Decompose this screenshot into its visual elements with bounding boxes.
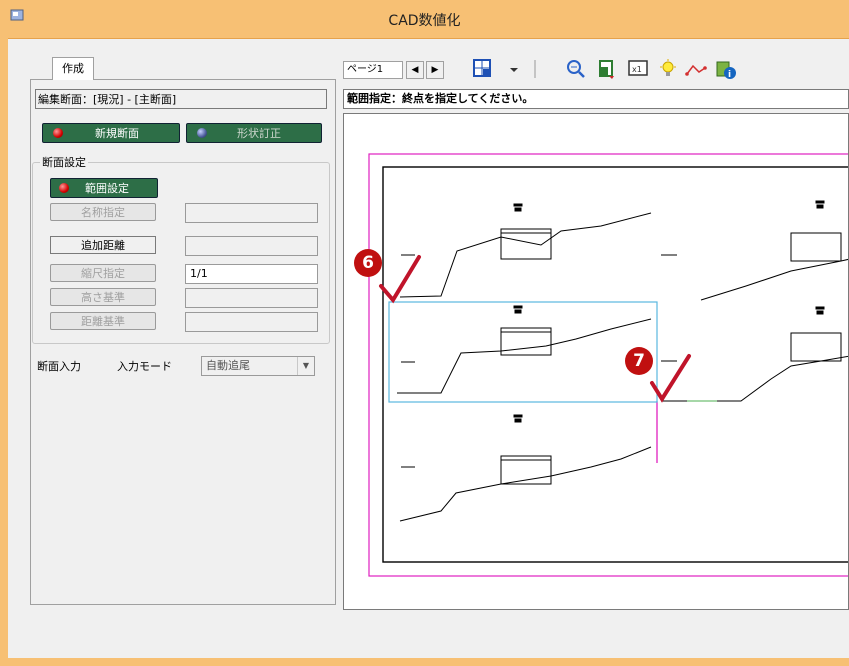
status-message: 範囲指定：終点を指定してください。 xyxy=(343,89,849,109)
chevron-down-icon: ▼ xyxy=(297,357,314,375)
window-title: CAD数値化 xyxy=(388,13,461,29)
page-select-icon[interactable] xyxy=(596,58,618,80)
red-ball-icon xyxy=(59,183,69,193)
name-field[interactable] xyxy=(185,203,318,223)
title-bar: CAD数値化 xyxy=(0,0,849,39)
scale-field[interactable]: 1/1 xyxy=(185,264,318,284)
svg-text:x1: x1 xyxy=(632,65,642,74)
name-button[interactable]: 名称指定 xyxy=(50,203,156,221)
check-mark-6 xyxy=(379,255,421,304)
cross-section-3 xyxy=(397,305,652,394)
new-section-label: 新規断面 xyxy=(95,127,139,140)
distance-field[interactable] xyxy=(185,312,318,332)
distance-button[interactable]: 距離基準 xyxy=(50,312,156,330)
input-mode-select[interactable]: 自動追尾 ▼ xyxy=(201,356,315,376)
page-layout-icon[interactable] xyxy=(472,58,494,80)
height-field[interactable] xyxy=(185,288,318,308)
range-setting-label: 範囲設定 xyxy=(85,182,129,195)
cross-section-5 xyxy=(399,414,652,522)
shape-correct-label: 形状訂正 xyxy=(237,127,281,140)
info-icon[interactable]: i xyxy=(715,58,737,80)
add-distance-button[interactable]: 追加距離 xyxy=(50,236,156,254)
step-marker-6: 6 xyxy=(354,249,382,277)
new-section-button[interactable]: 新規断面 xyxy=(42,123,180,143)
svg-text:i: i xyxy=(728,70,731,80)
section-input-label: 断面入力 xyxy=(37,360,81,373)
window-frame-left xyxy=(0,38,8,666)
drawing-frame xyxy=(382,166,848,563)
input-mode-value: 自動追尾 xyxy=(206,359,250,372)
blue-ball-icon xyxy=(197,128,207,138)
tab-create[interactable]: 作成 xyxy=(52,57,94,80)
group-title: 断面設定 xyxy=(40,154,88,170)
fit-icon[interactable]: x1 xyxy=(627,58,649,80)
input-mode-label: 入力モード xyxy=(117,360,172,373)
range-setting-button[interactable]: 範囲設定 xyxy=(50,178,158,198)
zoom-icon[interactable] xyxy=(565,58,587,80)
prev-page-button[interactable]: ◀ xyxy=(406,61,424,79)
drawing-canvas[interactable] xyxy=(343,113,849,610)
sheet-boundary xyxy=(368,153,848,577)
cad-drawing[interactable] xyxy=(344,114,848,609)
edit-section-field: 編集断面：[現況] - [主断面] xyxy=(35,89,327,109)
dropdown-icon[interactable] xyxy=(508,58,520,80)
red-ball-icon xyxy=(53,128,63,138)
height-button[interactable]: 高さ基準 xyxy=(50,288,156,306)
window-frame-bottom xyxy=(0,658,849,666)
selection-rectangle xyxy=(388,301,658,403)
canvas-status-strip xyxy=(343,611,849,639)
cross-section-4 xyxy=(661,306,848,402)
cross-section-2 xyxy=(661,200,848,301)
path-icon[interactable] xyxy=(685,58,707,80)
add-distance-field[interactable] xyxy=(185,236,318,256)
cross-section-1 xyxy=(399,203,652,298)
scale-button[interactable]: 縮尺指定 xyxy=(50,264,156,282)
step-marker-7: 7 xyxy=(625,347,653,375)
toolbar-separator xyxy=(534,60,536,78)
bulb-icon[interactable] xyxy=(657,58,679,80)
page-selector[interactable]: ページ1 xyxy=(343,61,403,79)
shape-correct-button[interactable]: 形状訂正 xyxy=(186,123,322,143)
next-page-button[interactable]: ▶ xyxy=(426,61,444,79)
